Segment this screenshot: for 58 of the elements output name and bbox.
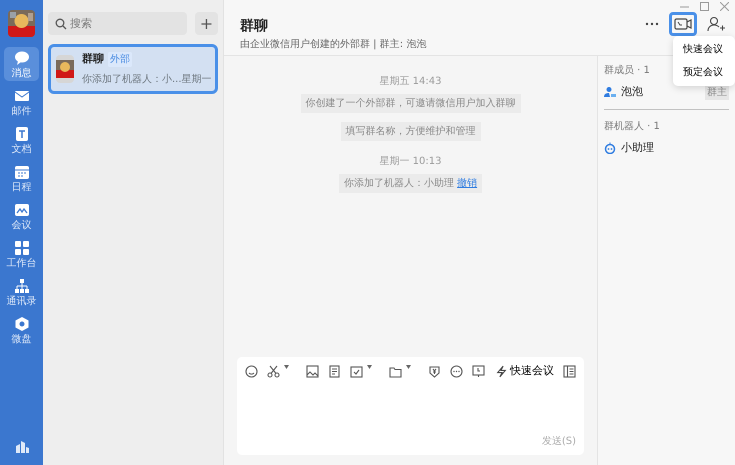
- nav-item[interactable]: 邮件: [4, 85, 39, 119]
- scissors-icon[interactable]: [267, 364, 280, 378]
- doc-icon: [14, 126, 30, 142]
- add-member-icon[interactable]: [705, 14, 727, 34]
- chat-title: 群聊: [240, 17, 269, 36]
- org-icon: [14, 278, 30, 294]
- chart-icon[interactable]: [14, 439, 28, 453]
- chat-subtitle: 由企业微信用户创建的外部群 | 群主: 泡泡: [240, 38, 426, 52]
- calendar-icon: [14, 164, 30, 180]
- image-icon[interactable]: [306, 364, 319, 378]
- emoji-icon[interactable]: [245, 364, 258, 378]
- robot-icon: [604, 142, 616, 154]
- system-message: 你添加了机器人：小助理 撤销: [338, 174, 482, 193]
- send-button[interactable]: 发送(S): [542, 434, 576, 449]
- message-time: 星期一: [182, 72, 212, 86]
- nav-item[interactable]: 日程: [4, 161, 39, 195]
- timestamp: 星期一 10:13: [380, 154, 442, 169]
- message-input[interactable]: 快速会议 发送(S): [237, 357, 584, 455]
- timestamp: 星期五 14:43: [380, 74, 442, 89]
- nav-item[interactable]: 工作台: [4, 237, 39, 271]
- message-preview: 你添加了机器人：小...: [82, 72, 182, 86]
- external-tag: 外部: [108, 52, 132, 67]
- close-icon[interactable]: [720, 2, 729, 11]
- chat-icon: [14, 50, 30, 66]
- system-message: 填写群名称，方便维护和管理: [340, 122, 480, 141]
- screen-clock-icon[interactable]: [472, 364, 485, 378]
- menu-item[interactable]: 快速会议: [673, 38, 735, 61]
- maximize-icon[interactable]: [700, 2, 709, 11]
- more-icon[interactable]: [643, 20, 661, 28]
- shield-icon[interactable]: [428, 364, 441, 378]
- document-icon[interactable]: [328, 364, 341, 378]
- conversation-name: 群聊: [82, 51, 104, 67]
- section-title: 群成员 · 1: [604, 64, 650, 78]
- video-camera-icon: [674, 17, 692, 31]
- checkbox-icon[interactable]: [350, 364, 363, 378]
- meeting-icon: [14, 202, 30, 218]
- nav-item[interactable]: 会议: [4, 199, 39, 233]
- lightning-icon: [495, 364, 508, 378]
- folder-icon[interactable]: [389, 364, 402, 378]
- system-message: 你创建了一个外部群，可邀请微信用户加入群聊: [300, 94, 520, 113]
- member-name[interactable]: 泡泡: [621, 84, 643, 100]
- section-title: 群机器人 · 1: [604, 120, 660, 134]
- bot-name[interactable]: 小助理: [621, 140, 654, 156]
- nav-item[interactable]: 文档: [4, 123, 39, 157]
- nav-item[interactable]: 微盘: [4, 313, 39, 347]
- more-icon[interactable]: [450, 364, 463, 378]
- nav-item[interactable]: 通讯录: [4, 275, 39, 309]
- search-field[interactable]: 搜索: [48, 12, 187, 35]
- side-panel-icon[interactable]: [563, 364, 576, 378]
- grid-icon: [14, 240, 30, 256]
- undo-link[interactable]: 撤销: [457, 178, 478, 189]
- conversation-item[interactable]: 群聊 外部 你添加了机器人：小...星期一: [48, 44, 218, 94]
- user-icon: [604, 86, 616, 98]
- nav-item[interactable]: 消息: [4, 47, 39, 81]
- mail-icon: [14, 88, 30, 104]
- menu-item[interactable]: 预定会议: [673, 61, 735, 84]
- add-button[interactable]: +: [195, 12, 218, 35]
- quick-meeting-button[interactable]: 快速会议: [495, 363, 554, 380]
